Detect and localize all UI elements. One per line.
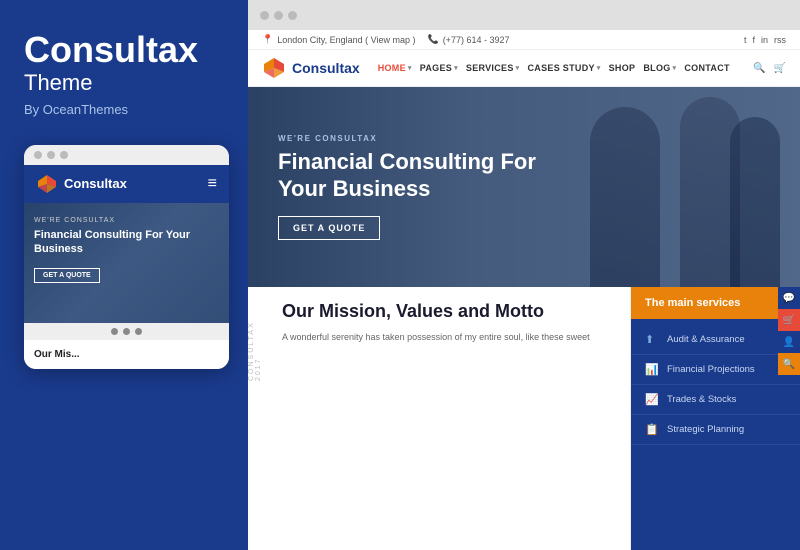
mobile-logo: Consultax (36, 173, 127, 195)
site-logo-text: Consultax (292, 60, 360, 76)
linkedin-icon[interactable]: in (761, 35, 768, 45)
mobile-bottom-dot-2 (123, 328, 130, 335)
mobile-mockup: Consultax ≡ WE'RE CONSULTAX Financial Co… (24, 145, 229, 369)
nav-contact[interactable]: CONTACT (684, 63, 729, 73)
browser-panel: 📍 London City, England ( View map ) 📞 (+… (248, 0, 800, 550)
topbar-right: t f in rss (744, 35, 786, 45)
mobile-bottom-dot-3 (135, 328, 142, 335)
site-nav-right: 🔍 🛒 (753, 63, 786, 74)
service-item-trades[interactable]: 📈 Trades & Stocks (631, 385, 800, 415)
nav-services[interactable]: SERVICES ▾ (466, 63, 520, 73)
trades-icon: 📈 (645, 393, 659, 406)
mobile-nav: Consultax ≡ (24, 165, 229, 203)
hero-tag: WE'RE CONSULTAX (278, 134, 558, 143)
floating-cart-button[interactable]: 🛒 (778, 309, 800, 331)
left-panel: Consultax Theme By OceanThemes Consultax (0, 0, 248, 550)
browser-dot-3 (288, 11, 297, 20)
services-list: ⬆ Audit & Assurance 📊 Financial Projecti… (631, 319, 800, 550)
floating-search-button[interactable]: 🔍 (778, 353, 800, 375)
floating-chat-button[interactable]: 💬 (778, 287, 800, 309)
mobile-dot-2 (47, 151, 55, 159)
site-logo-icon (262, 56, 286, 80)
mobile-bottom-dot-1 (111, 328, 118, 335)
mobile-hero-content: WE'RE CONSULTAX Financial Consulting For… (34, 217, 219, 284)
nav-cases-study[interactable]: CASES STUDY ▾ (527, 63, 600, 73)
theme-author: By OceanThemes (24, 102, 224, 117)
services-header: The main services (631, 287, 800, 319)
search-nav-icon[interactable]: 🔍 (753, 63, 765, 74)
topbar-location: London City, England ( View map ) (277, 35, 415, 45)
site-hero: WE'RE CONSULTAX Financial Consulting For… (248, 87, 800, 287)
site-logo[interactable]: Consultax (262, 56, 360, 80)
service-name-audit: Audit & Assurance (667, 334, 745, 345)
mobile-hero-tag: WE'RE CONSULTAX (34, 217, 219, 224)
site-sidebar: The main services ⬆ Audit & Assurance 📊 … (630, 287, 800, 550)
phone-icon: 📞 (427, 34, 438, 45)
mobile-dot-3 (60, 151, 68, 159)
hero-title: Financial Consulting For Your Business (278, 149, 558, 202)
consultax-label: CONSULTAX 2017 (248, 301, 262, 381)
mission-text: A wonderful serenity has taken possessio… (282, 331, 610, 345)
hero-get-quote-button[interactable]: GET A QUOTE (278, 216, 380, 240)
service-item-audit[interactable]: ⬆ Audit & Assurance (631, 325, 800, 355)
mission-content: Our Mission, Values and Motto A wonderfu… (282, 301, 610, 344)
rss-icon[interactable]: rss (774, 35, 786, 45)
service-name-financial: Financial Projections (667, 364, 755, 375)
site-hero-content: WE'RE CONSULTAX Financial Consulting For… (278, 134, 558, 240)
hero-person-1 (590, 107, 660, 287)
site-nav-items: HOME ▾ PAGES ▾ SERVICES ▾ CASES STUDY ▾ … (378, 63, 745, 73)
nav-pages[interactable]: PAGES ▾ (420, 63, 458, 73)
mobile-hero-title: Financial Consulting For Your Business (34, 228, 219, 257)
mobile-top-bar (24, 145, 229, 165)
location-icon: 📍 (262, 34, 273, 45)
floating-user-button[interactable]: 👤 (778, 331, 800, 353)
site-content: CONSULTAX 2017 Our Mission, Values and M… (248, 287, 800, 550)
mission-title: Our Mission, Values and Motto (282, 301, 610, 323)
service-item-financial[interactable]: 📊 Financial Projections (631, 355, 800, 385)
site-main: CONSULTAX 2017 Our Mission, Values and M… (248, 287, 630, 550)
site-navbar: Consultax HOME ▾ PAGES ▾ SERVICES ▾ CASE… (248, 50, 800, 87)
facebook-icon[interactable]: f (752, 35, 755, 45)
browser-dot-1 (260, 11, 269, 20)
hamburger-icon[interactable]: ≡ (208, 176, 217, 192)
browser-chrome (248, 0, 800, 30)
mobile-mission-title: Our Mis... (34, 348, 219, 361)
service-name-strategic: Strategic Planning (667, 424, 744, 435)
mobile-get-quote-button[interactable]: GET A QUOTE (34, 268, 100, 283)
nav-home[interactable]: HOME ▾ (378, 63, 412, 73)
floating-buttons: 💬 🛒 👤 🔍 (778, 287, 800, 550)
service-item-strategic[interactable]: 📋 Strategic Planning (631, 415, 800, 445)
mobile-mission-preview: Our Mis... (24, 340, 229, 369)
theme-title: Consultax (24, 30, 224, 70)
theme-subtitle: Theme (24, 70, 224, 96)
topbar-left: 📍 London City, England ( View map ) 📞 (+… (262, 34, 509, 45)
mobile-bottom-bar (24, 323, 229, 340)
audit-icon: ⬆ (645, 333, 659, 346)
mobile-logo-icon (36, 173, 58, 195)
nav-shop[interactable]: SHOP (609, 63, 636, 73)
nav-blog[interactable]: BLOG ▾ (643, 63, 676, 73)
browser-dot-2 (274, 11, 283, 20)
mobile-dot-1 (34, 151, 42, 159)
mobile-hero: WE'RE CONSULTAX Financial Consulting For… (24, 203, 229, 323)
site-topbar: 📍 London City, England ( View map ) 📞 (+… (248, 30, 800, 50)
strategic-icon: 📋 (645, 423, 659, 436)
topbar-phone: (+77) 614 - 3927 (443, 35, 510, 45)
mobile-logo-text: Consultax (64, 176, 127, 191)
financial-icon: 📊 (645, 363, 659, 376)
browser-body: 📍 London City, England ( View map ) 📞 (+… (248, 30, 800, 550)
service-name-trades: Trades & Stocks (667, 394, 736, 405)
hero-person-3 (730, 117, 780, 287)
cart-nav-icon[interactable]: 🛒 (774, 63, 786, 74)
twitter-icon[interactable]: t (744, 35, 747, 45)
